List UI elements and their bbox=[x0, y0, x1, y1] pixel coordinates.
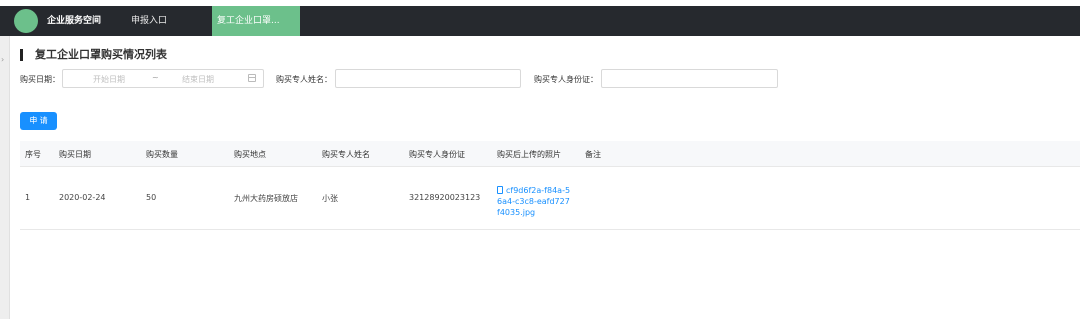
cell-location: 九州大药房硕放店 bbox=[234, 194, 298, 203]
cell-index: 1 bbox=[25, 193, 31, 202]
table-row: 1 2020-02-24 50 九州大药房硕放店 小张 321289200231… bbox=[20, 167, 1080, 230]
buyer-id-input[interactable] bbox=[601, 69, 778, 88]
cell-date: 2020-02-24 bbox=[59, 193, 106, 202]
page-title: 复工企业口罩购买情况列表 bbox=[20, 48, 167, 62]
brand-title: 企业服务空间 bbox=[47, 16, 102, 26]
buyer-id-label: 购买专人身份证： bbox=[534, 75, 598, 84]
sidebar-collapsed[interactable]: › bbox=[0, 36, 10, 319]
col-date: 购买日期 bbox=[59, 150, 91, 159]
nav-item-mask-purchase[interactable]: 复工企业口罩... bbox=[212, 6, 300, 36]
file-icon bbox=[497, 186, 503, 194]
cell-buyer-id: 32128920023123 bbox=[409, 193, 481, 202]
buyer-name-label: 购买专人姓名： bbox=[276, 75, 332, 84]
col-remark: 备注 bbox=[585, 150, 601, 159]
col-quantity: 购买数量 bbox=[146, 150, 178, 159]
apply-button[interactable]: 申 请 bbox=[20, 112, 57, 130]
top-navbar: 企业服务空间 申报入口 复工企业口罩... bbox=[0, 6, 1080, 36]
start-date-placeholder[interactable]: 开始日期 bbox=[93, 74, 125, 85]
logo-icon bbox=[14, 9, 38, 33]
purchase-table: 序号 购买日期 购买数量 购买地点 购买专人姓名 购买专人身份证 购买后上传的照… bbox=[20, 141, 1080, 230]
col-buyer-name: 购买专人姓名 bbox=[322, 150, 370, 159]
col-buyer-id: 购买专人身份证 bbox=[409, 150, 465, 159]
photo-file-name[interactable]: cf9d6f2a-f84a-56a4-c3c8-eafd727f4035.jpg bbox=[497, 186, 570, 217]
calendar-icon[interactable] bbox=[248, 74, 256, 82]
col-photo: 购买后上传的照片 bbox=[497, 150, 561, 159]
end-date-placeholder[interactable]: 结束日期 bbox=[182, 74, 214, 85]
purchase-date-label: 购买日期： bbox=[20, 75, 60, 84]
buyer-name-input[interactable] bbox=[335, 69, 521, 88]
photo-file-link[interactable]: cf9d6f2a-f84a-56a4-c3c8-eafd727f4035.jpg bbox=[497, 185, 571, 218]
col-index: 序号 bbox=[25, 150, 41, 159]
table-header: 序号 购买日期 购买数量 购买地点 购买专人姓名 购买专人身份证 购买后上传的照… bbox=[20, 141, 1080, 167]
nav-item-report[interactable]: 申报入口 bbox=[131, 6, 167, 36]
cell-buyer-name: 小张 bbox=[322, 194, 338, 203]
date-range-picker[interactable]: 开始日期 ~ 结束日期 bbox=[62, 69, 264, 88]
cell-quantity: 50 bbox=[146, 193, 157, 202]
expand-handle-icon[interactable]: › bbox=[1, 55, 4, 64]
col-location: 购买地点 bbox=[234, 150, 266, 159]
range-separator: ~ bbox=[152, 73, 159, 82]
